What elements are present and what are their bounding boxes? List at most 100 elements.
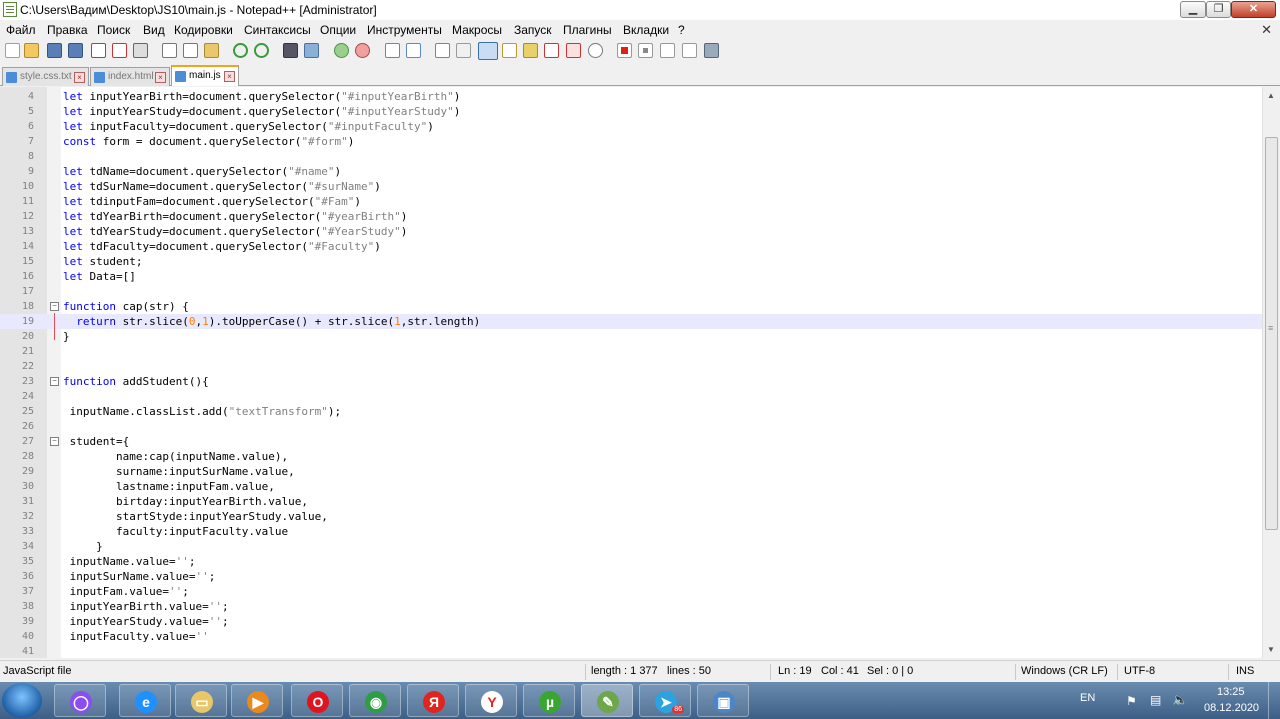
udl-icon[interactable] — [502, 43, 517, 58]
taskbar-button[interactable]: ◉ — [349, 684, 401, 717]
clock-time[interactable]: 13:25 — [1217, 686, 1245, 698]
cut-icon[interactable] — [162, 43, 177, 58]
code-line[interactable]: 18 − function cap(str) { — [0, 299, 1262, 314]
tab-main-js[interactable]: main.js × — [171, 65, 239, 86]
code-line[interactable]: 12 let tdYearBirth=document.querySelector… — [0, 209, 1262, 224]
code-line[interactable]: 17 — [0, 284, 1262, 299]
action-center-icon[interactable]: ⚑ — [1126, 694, 1137, 708]
zoom-in-icon[interactable] — [334, 43, 349, 58]
close-file-icon[interactable] — [91, 43, 106, 58]
menu-encoding[interactable]: Кодировки — [174, 23, 233, 37]
code-line[interactable]: 31 birtday:inputYearBirth.value, — [0, 494, 1262, 509]
taskbar-button[interactable]: ◯ — [54, 684, 106, 717]
save-all-icon[interactable] — [68, 43, 83, 58]
sync-vertical-icon[interactable] — [385, 43, 400, 58]
tab-close-icon[interactable]: × — [74, 72, 85, 83]
code-line[interactable]: 33 faculty:inputFaculty.value — [0, 524, 1262, 539]
record-macro-icon[interactable] — [617, 43, 632, 58]
close-button[interactable]: ✕ — [1231, 1, 1276, 18]
menu-edit[interactable]: Правка — [47, 23, 88, 37]
taskbar-button[interactable]: ▣ — [697, 684, 749, 717]
code-line[interactable]: 11 let tdinputFam=document.querySelector(… — [0, 194, 1262, 209]
taskbar-button[interactable]: ➤ 86 — [639, 684, 691, 717]
taskbar-button[interactable]: ✎ — [581, 684, 633, 717]
scroll-down-icon[interactable]: ▼ — [1267, 645, 1275, 654]
menu-settings[interactable]: Опции — [320, 23, 356, 37]
code-line[interactable]: 27 − student={ — [0, 434, 1262, 449]
menu-run[interactable]: Запуск — [514, 23, 552, 37]
code-line[interactable]: 23 − function addStudent(){ — [0, 374, 1262, 389]
code-line[interactable]: 7 const form = document.querySelector("#f… — [0, 134, 1262, 149]
code-line[interactable]: 28 name:cap(inputName.value), — [0, 449, 1262, 464]
network-icon[interactable]: ▤ — [1150, 693, 1161, 707]
paste-icon[interactable] — [204, 43, 219, 58]
tab-close-icon[interactable]: × — [224, 71, 235, 82]
code-line[interactable]: 38 inputYearBirth.value=''; — [0, 599, 1262, 614]
code-line[interactable]: 32 startStyde:inputYearStudy.value, — [0, 509, 1262, 524]
code-line[interactable]: 13 let tdYearStudy=document.querySelector… — [0, 224, 1262, 239]
tab-index-html[interactable]: index.html × — [90, 67, 170, 86]
code-editor[interactable]: 4 let inputYearBirth=document.querySelect… — [0, 87, 1262, 658]
code-line[interactable]: 26 — [0, 419, 1262, 434]
new-file-icon[interactable] — [5, 43, 20, 58]
taskbar-button[interactable]: Я — [407, 684, 459, 717]
code-line[interactable]: 6 let inputFaculty=document.querySelector… — [0, 119, 1262, 134]
menu-help[interactable]: ? — [678, 23, 685, 37]
play-macro-icon[interactable] — [660, 43, 675, 58]
minimize-button[interactable]: ▁ — [1180, 1, 1206, 18]
code-line[interactable]: 39 inputYearStudy.value=''; — [0, 614, 1262, 629]
print-icon[interactable] — [133, 43, 148, 58]
menu-plugins[interactable]: Плагины — [563, 23, 612, 37]
code-line[interactable]: 5 let inputYearStudy=document.querySelect… — [0, 104, 1262, 119]
show-desktop-button[interactable] — [1268, 682, 1280, 719]
close-all-icon[interactable] — [112, 43, 127, 58]
find-icon[interactable] — [283, 43, 298, 58]
tab-style-css[interactable]: style.css.txt × — [2, 67, 89, 86]
copy-icon[interactable] — [183, 43, 198, 58]
menu-window[interactable]: Вкладки — [623, 23, 669, 37]
code-line[interactable]: 21 — [0, 344, 1262, 359]
replace-icon[interactable] — [304, 43, 319, 58]
taskbar-button[interactable]: Y — [465, 684, 517, 717]
tab-close-icon[interactable]: × — [155, 72, 166, 83]
language-indicator[interactable]: EN — [1080, 692, 1095, 704]
taskbar-button[interactable]: ▶ — [231, 684, 283, 717]
scroll-up-icon[interactable]: ▲ — [1267, 91, 1275, 100]
show-all-chars-icon[interactable] — [456, 43, 471, 58]
code-line[interactable]: 35 inputName.value=''; — [0, 554, 1262, 569]
maximize-button[interactable]: ❐ — [1206, 1, 1231, 18]
undo-icon[interactable] — [233, 43, 248, 58]
code-line[interactable]: 41 — [0, 644, 1262, 658]
function-list-icon[interactable] — [544, 43, 559, 58]
code-line[interactable]: 14 let tdFaculty=document.querySelector("… — [0, 239, 1262, 254]
code-line[interactable]: 34 } — [0, 539, 1262, 554]
close-document-icon[interactable]: ✕ — [1261, 22, 1272, 38]
code-line[interactable]: 15 let student; — [0, 254, 1262, 269]
code-line[interactable]: 22 — [0, 359, 1262, 374]
code-line[interactable]: 24 — [0, 389, 1262, 404]
fold-toggle-icon[interactable]: − — [50, 437, 59, 446]
sync-horizontal-icon[interactable] — [406, 43, 421, 58]
code-line[interactable]: 30 lastname:inputFam.value, — [0, 479, 1262, 494]
code-line[interactable]: 37 inputFam.value=''; — [0, 584, 1262, 599]
code-line[interactable]: 36 inputSurName.value=''; — [0, 569, 1262, 584]
run-macro-multiple-icon[interactable] — [682, 43, 697, 58]
menu-file[interactable]: Файл — [6, 23, 36, 37]
folder-workspace-icon[interactable] — [566, 43, 581, 58]
redo-icon[interactable] — [254, 43, 269, 58]
code-line[interactable]: 20} — [0, 329, 1262, 344]
document-map-icon[interactable] — [523, 43, 538, 58]
code-line[interactable]: 40 inputFaculty.value='' — [0, 629, 1262, 644]
taskbar-button[interactable]: ▭ — [175, 684, 227, 717]
clock-date[interactable]: 08.12.2020 — [1204, 702, 1259, 714]
code-line[interactable]: 8 — [0, 149, 1262, 164]
start-button[interactable] — [2, 683, 42, 718]
save-macro-icon[interactable] — [704, 43, 719, 58]
zoom-out-icon[interactable] — [355, 43, 370, 58]
indent-guide-icon[interactable] — [478, 42, 498, 60]
menu-search[interactable]: Поиск — [97, 23, 130, 37]
code-line[interactable]: 29 surname:inputSurName.value, — [0, 464, 1262, 479]
scroll-thumb[interactable] — [1265, 137, 1278, 530]
taskbar-button[interactable]: e — [119, 684, 171, 717]
code-line[interactable]: 19 return str.slice(0,1).toUpperCase() +… — [0, 314, 1262, 329]
